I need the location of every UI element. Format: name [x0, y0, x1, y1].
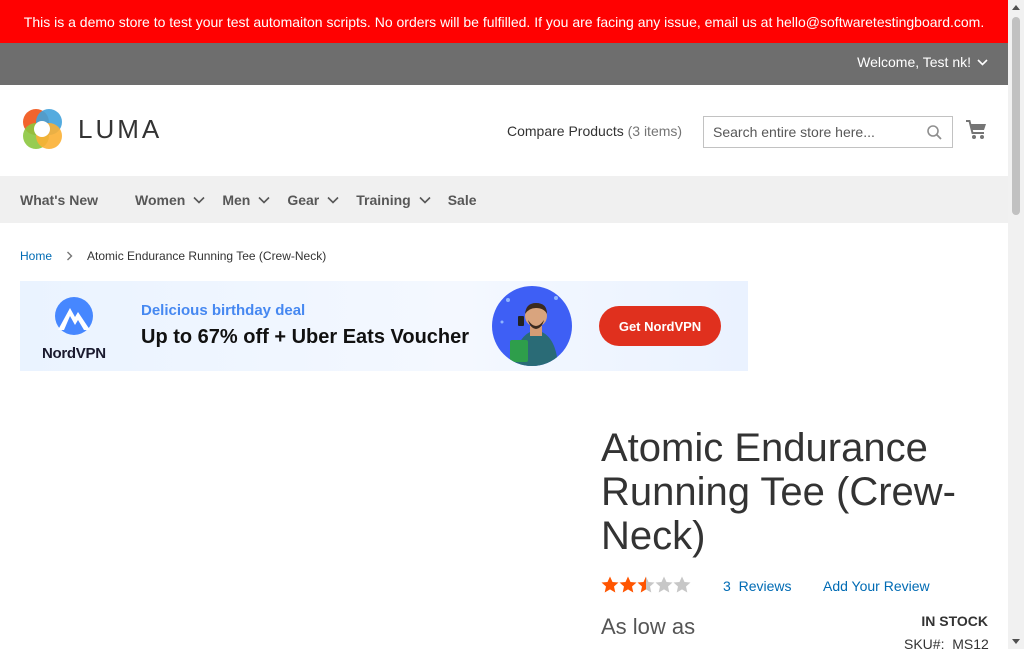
- chevron-down-icon: [327, 196, 339, 204]
- star-empty-icon: [655, 576, 673, 593]
- ad-headline: Up to 67% off + Uber Eats Voucher: [141, 326, 470, 348]
- cart-icon[interactable]: [965, 119, 988, 140]
- get-nordvpn-button[interactable]: Get NordVPN: [599, 306, 721, 346]
- nav-label: Gear: [287, 191, 320, 208]
- chevron-down-icon: [193, 196, 205, 204]
- product-title: Atomic Endurance Running Tee (Crew-Neck): [601, 426, 956, 558]
- advertisement-banner[interactable]: NordVPN Delicious birthday deal Up to 67…: [20, 281, 748, 371]
- nav-item-whats-new[interactable]: What's New: [20, 192, 98, 208]
- chevron-down-icon: [977, 58, 988, 66]
- page-scrollbar[interactable]: [1008, 0, 1024, 649]
- demo-notice-text: This is a demo store to test your test a…: [23, 13, 985, 30]
- welcome-message: Welcome, Test nk!: [857, 54, 971, 70]
- scroll-down-arrow-icon[interactable]: [1012, 639, 1020, 644]
- chevron-down-icon: [419, 196, 431, 204]
- star-empty-icon: [673, 576, 691, 593]
- chevron-down-icon: [258, 196, 270, 204]
- ad-person-illustration: [500, 296, 558, 366]
- nav-item-women[interactable]: Women: [135, 192, 205, 208]
- breadcrumb-home-link[interactable]: Home: [20, 249, 52, 263]
- main-navigation: What's New Women Men Gear Training Sale: [0, 176, 1008, 223]
- nav-item-training[interactable]: Training: [356, 191, 431, 208]
- ad-brand: NordVPN: [42, 345, 106, 362]
- nav-item-gear[interactable]: Gear: [287, 192, 339, 208]
- nordvpn-mountain-icon: [54, 297, 93, 335]
- customer-menu[interactable]: Welcome, Test nk!: [857, 54, 988, 70]
- sku-label: SKU#:: [904, 636, 945, 649]
- nav-item-sale[interactable]: Sale: [448, 192, 477, 208]
- nav-label: Men: [222, 191, 251, 208]
- logo-text: LUMA: [78, 113, 163, 144]
- reviews-label: Reviews: [738, 578, 792, 594]
- rating-stars: [601, 576, 691, 593]
- ad-tagline: Delicious birthday deal: [141, 302, 306, 319]
- star-half-icon: [637, 576, 655, 593]
- star-full-icon: [601, 576, 619, 593]
- nav-label: Women: [135, 191, 186, 208]
- compare-count: (3 items): [627, 123, 683, 139]
- top-panel: Welcome, Test nk!: [0, 43, 1008, 85]
- scroll-up-arrow-icon[interactable]: [1012, 5, 1020, 10]
- price-prefix: As low as: [601, 614, 696, 639]
- reviews-count: 3: [723, 578, 731, 594]
- chevron-right-icon: [67, 251, 73, 261]
- nordvpn-logo: NordVPN: [42, 296, 106, 362]
- compare-products-link[interactable]: Compare Products (3 items): [507, 123, 682, 139]
- star-full-icon: [619, 576, 637, 593]
- breadcrumb-current: Atomic Endurance Running Tee (Crew-Neck): [87, 249, 327, 263]
- nav-label: What's New: [20, 191, 99, 208]
- nav-item-men[interactable]: Men: [222, 192, 270, 208]
- search-box: [703, 116, 953, 148]
- demo-notice-banner: This is a demo store to test your test a…: [0, 0, 1008, 43]
- compare-label: Compare Products: [507, 123, 624, 139]
- scrollbar-thumb[interactable]: [1012, 17, 1020, 215]
- luma-logo[interactable]: LUMA: [20, 107, 162, 151]
- site-header: LUMA Compare Products (3 items): [0, 85, 1008, 176]
- nav-label: Sale: [447, 191, 477, 208]
- sku-value: MS12: [952, 636, 989, 649]
- luma-logo-icon: [23, 109, 62, 149]
- reviews-link[interactable]: 3 Reviews: [723, 578, 791, 594]
- add-review-link[interactable]: Add Your Review: [823, 578, 930, 594]
- stock-status: IN STOCK: [921, 613, 988, 629]
- search-icon[interactable]: [927, 125, 942, 140]
- ad-person-image: [492, 286, 572, 366]
- nav-label: Training: [356, 191, 411, 208]
- search-input[interactable]: [704, 117, 914, 147]
- product-sku: SKU#: MS12: [904, 636, 989, 649]
- breadcrumb: Home Atomic Endurance Running Tee (Crew-…: [20, 249, 326, 263]
